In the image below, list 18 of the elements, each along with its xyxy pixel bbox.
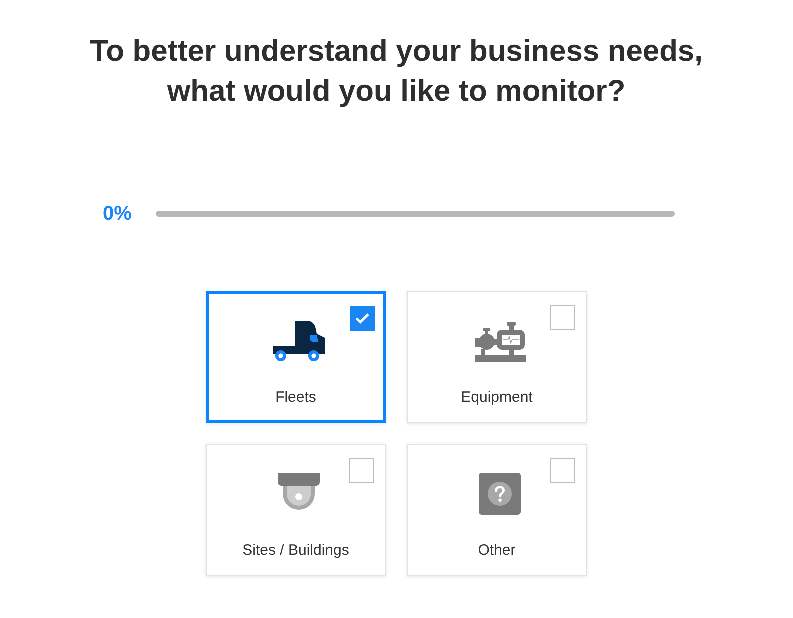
option-card[interactable]: Equipment <box>407 291 587 423</box>
option-label: Sites / Buildings <box>242 541 350 561</box>
checkbox[interactable] <box>550 458 575 483</box>
question-icon <box>479 473 521 515</box>
checkbox[interactable] <box>349 458 374 483</box>
motor-pump-icon <box>474 322 526 362</box>
checkbox[interactable] <box>350 306 375 331</box>
option-card[interactable]: Fleets <box>206 291 386 423</box>
option-label: Equipment <box>461 388 533 408</box>
option-label: Other <box>478 541 516 561</box>
option-label: Fleets <box>276 388 316 408</box>
option-card[interactable]: Other <box>407 444 587 576</box>
truck-icon <box>272 321 326 362</box>
checkbox[interactable] <box>550 305 575 330</box>
check-icon <box>355 313 370 324</box>
page-heading: To better understand your business needs, what would you like to monitor? <box>89 34 704 110</box>
option-card[interactable]: Sites / Buildings <box>206 444 386 576</box>
progress-percent: 0% <box>103 202 132 226</box>
